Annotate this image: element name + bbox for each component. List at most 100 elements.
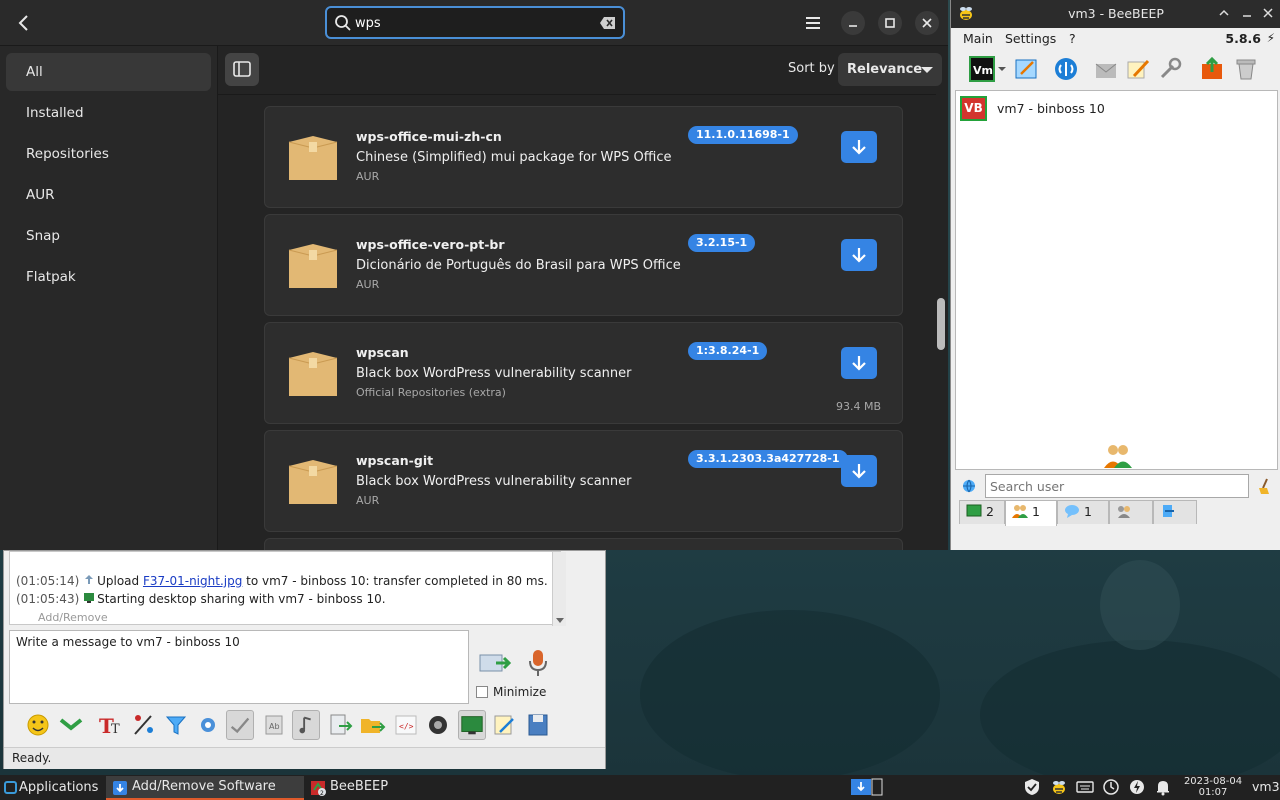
mail-icon[interactable]	[1093, 56, 1119, 82]
package-description: Dicionário de Português do Brasil para W…	[356, 258, 681, 273]
code-icon[interactable]: </>	[392, 710, 420, 740]
tab-users[interactable]: 1	[1005, 500, 1057, 526]
update-icon[interactable]	[1199, 56, 1225, 82]
settings-gear-icon[interactable]	[194, 710, 222, 740]
tab-files[interactable]	[1153, 500, 1197, 524]
task-add-remove-software[interactable]: Add/Remove Software	[106, 776, 304, 800]
vm-profile-icon[interactable]: Vm	[969, 56, 995, 82]
user-search-row	[955, 473, 1278, 499]
microphone-icon[interactable]	[526, 648, 550, 678]
minimize-button[interactable]	[1240, 6, 1254, 20]
save-icon[interactable]	[524, 710, 552, 740]
network-icon[interactable]	[1053, 56, 1079, 82]
scrollbar-thumb[interactable]	[937, 298, 945, 350]
edit-note-icon[interactable]	[490, 710, 518, 740]
send-file-icon[interactable]	[326, 710, 354, 740]
dictionary-icon[interactable]: Ab	[260, 710, 288, 740]
broom-icon[interactable]	[1257, 477, 1273, 495]
send-icon[interactable]	[478, 649, 512, 677]
package-size: 93.4 MB	[835, 400, 881, 413]
font-icon[interactable]: TT	[96, 710, 124, 740]
tab-chats[interactable]: 2	[959, 500, 1005, 524]
sidebar-item-aur[interactable]: AUR	[6, 176, 211, 214]
shield-icon[interactable]	[1023, 778, 1041, 796]
chat-log: (01:05:14) Upload F37-01-night.jpg to vm…	[9, 551, 566, 626]
note-icon[interactable]	[1125, 56, 1151, 82]
tab-groups[interactable]	[1109, 500, 1153, 524]
svg-text:Vm: Vm	[973, 64, 993, 77]
install-button[interactable]	[841, 131, 877, 163]
trash-icon[interactable]	[1233, 56, 1259, 82]
search-input[interactable]	[355, 12, 595, 34]
toggle-sidebar-button[interactable]	[225, 53, 259, 86]
sidebar-item-all[interactable]: All	[6, 53, 211, 91]
install-button[interactable]	[841, 347, 877, 379]
bee-tray-icon[interactable]	[1050, 778, 1068, 796]
chevron-down-icon[interactable]	[997, 56, 1007, 82]
task-label: Add/Remove Software	[132, 779, 276, 794]
spellcheck-icon[interactable]	[226, 710, 254, 740]
package-box-icon	[288, 352, 338, 396]
package-row[interactable]: wpscan Black box WordPress vulnerability…	[264, 322, 903, 424]
group-icon	[1118, 506, 1130, 518]
sort-dropdown[interactable]: Relevance	[838, 53, 942, 86]
emoticon-icon[interactable]	[24, 710, 52, 740]
search-user-input[interactable]	[985, 474, 1249, 498]
menu-main[interactable]: Main	[963, 31, 993, 46]
notification-bell-icon[interactable]	[1154, 778, 1172, 796]
tools-icon[interactable]	[1157, 56, 1183, 82]
sidebar-item-installed[interactable]: Installed	[6, 94, 211, 132]
sidebar-item-flatpak[interactable]: Flatpak	[6, 258, 211, 296]
pamac-tray-icon[interactable]	[850, 778, 884, 796]
package-row[interactable]: wpscan-git Black box WordPress vulnerabi…	[264, 430, 903, 532]
menu-help[interactable]: ?	[1069, 31, 1076, 46]
sidebar-item-repositories[interactable]: Repositories	[6, 135, 211, 173]
send-folder-icon[interactable]	[358, 710, 386, 740]
sound-note-icon[interactable]	[292, 710, 320, 740]
menu-settings[interactable]: Settings	[1005, 31, 1056, 46]
minimize-icon	[1243, 15, 1251, 17]
task-beebeep[interactable]: 2 BeeBEEP	[304, 776, 414, 800]
close-button[interactable]	[1261, 6, 1275, 20]
package-row[interactable]	[264, 538, 903, 550]
chevron-up-icon	[1219, 9, 1229, 16]
power-icon[interactable]	[1128, 778, 1146, 796]
save-chat-icon[interactable]	[57, 710, 85, 740]
desktop-share-icon[interactable]	[458, 710, 486, 740]
scroll-down-icon[interactable]	[556, 618, 564, 623]
svg-text:Ab: Ab	[269, 722, 280, 731]
uploaded-file-link[interactable]: F37-01-night.jpg	[143, 574, 242, 588]
package-box-icon	[288, 136, 338, 180]
user-item[interactable]: VB vm7 - binboss 10	[960, 96, 1260, 122]
edit-profile-icon[interactable]	[1013, 56, 1039, 82]
package-list-scrollbar[interactable]	[936, 94, 948, 550]
screenshot-icon[interactable]	[424, 710, 452, 740]
filter-icon[interactable]	[162, 710, 190, 740]
collapse-button[interactable]	[1217, 6, 1231, 20]
results-toolbar: Sort by Relevance	[218, 46, 948, 94]
message-input[interactable]: Write a message to vm7 - binboss 10	[9, 630, 469, 704]
sidebar-item-snap[interactable]: Snap	[6, 217, 211, 255]
clear-search-icon[interactable]	[599, 15, 617, 31]
maximize-button[interactable]	[878, 11, 902, 35]
minimize-button[interactable]	[841, 11, 865, 35]
clock-icon[interactable]	[1102, 778, 1120, 796]
font-color-icon[interactable]	[130, 710, 158, 740]
menu-button[interactable]	[801, 11, 825, 35]
clock[interactable]: 2023-08-04 01:07	[1180, 775, 1246, 798]
close-button[interactable]	[915, 11, 939, 35]
keyboard-icon[interactable]	[1076, 778, 1094, 796]
checkbox-box[interactable]	[476, 686, 488, 698]
minimize-icon	[849, 25, 857, 27]
package-row[interactable]: wps-office-mui-zh-cn Chinese (Simplified…	[264, 106, 903, 208]
globe-icon[interactable]	[961, 478, 977, 494]
package-row[interactable]: wps-office-vero-pt-br Dicionário de Port…	[264, 214, 903, 316]
install-button[interactable]	[841, 239, 877, 271]
minimize-checkbox[interactable]: Minimize	[476, 685, 546, 699]
applications-menu-button[interactable]: Applications	[2, 777, 98, 798]
version-label: 5.8.6	[1225, 31, 1261, 46]
tab-messages[interactable]: 1	[1057, 500, 1109, 524]
install-button[interactable]	[841, 455, 877, 487]
back-button[interactable]	[10, 9, 38, 37]
chat-log-scrollbar[interactable]	[552, 552, 566, 626]
